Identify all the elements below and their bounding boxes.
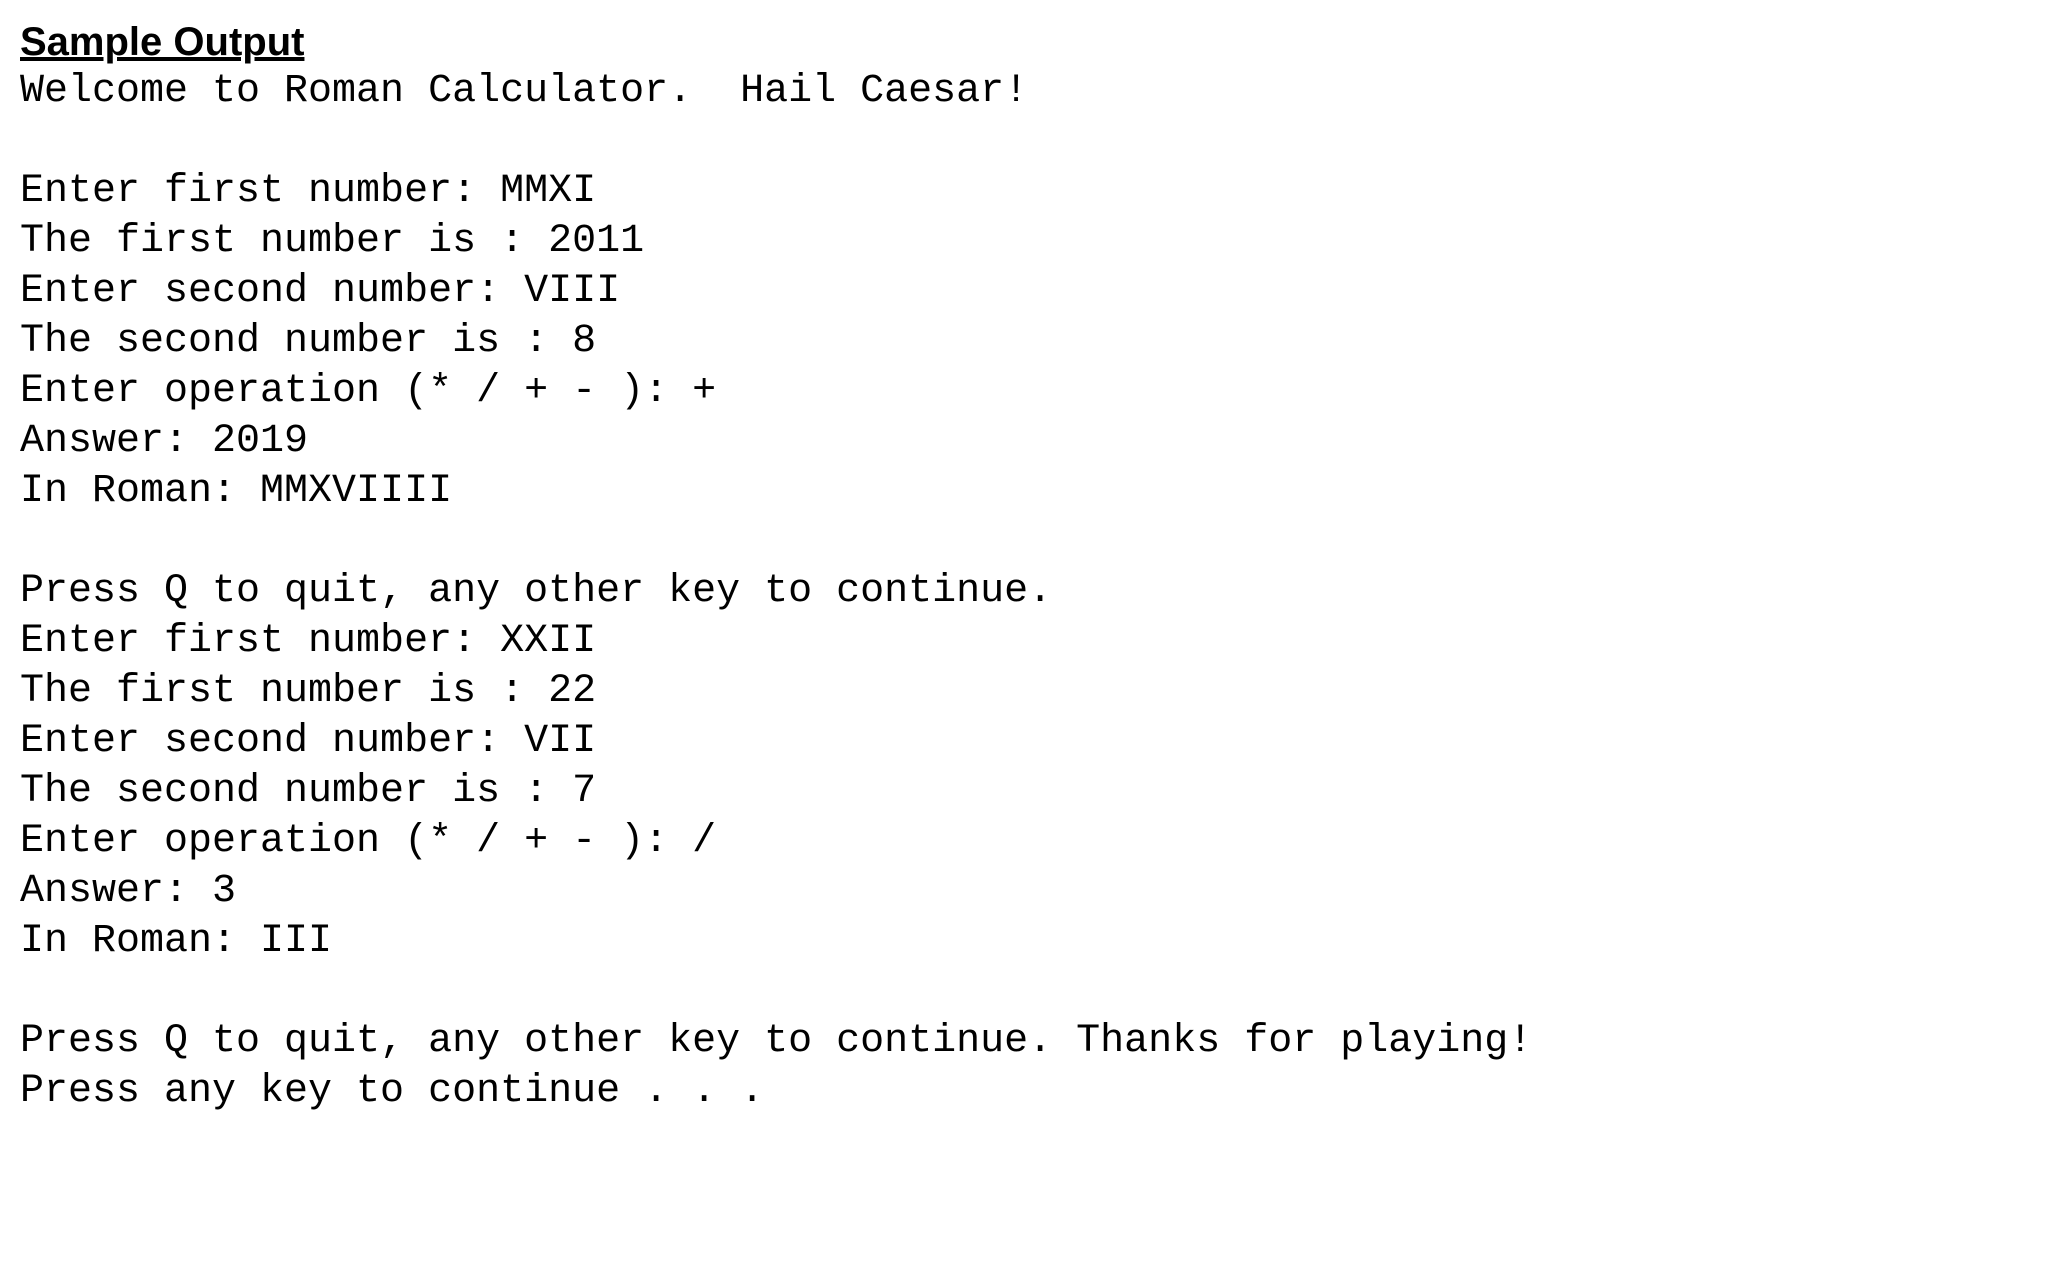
output-line: Enter operation (* / + - ): /: [20, 817, 2026, 867]
output-line: The first number is : 2011: [20, 217, 2026, 267]
output-line: Enter first number: MMXI: [20, 167, 2026, 217]
section-heading: Sample Output: [20, 20, 2026, 65]
output-line: Press Q to quit, any other key to contin…: [20, 567, 2026, 617]
output-line: In Roman: MMXVIIII: [20, 467, 2026, 517]
output-line: Answer: 3: [20, 867, 2026, 917]
output-line: In Roman: III: [20, 917, 2026, 967]
output-line: The first number is : 22: [20, 667, 2026, 717]
output-line: Press Q to quit, any other key to contin…: [20, 1017, 2026, 1067]
output-line-blank: [20, 117, 2026, 167]
output-line-blank: [20, 517, 2026, 567]
output-line: Press any key to continue . . .: [20, 1067, 2026, 1117]
output-line: Enter second number: VII: [20, 717, 2026, 767]
output-line: Welcome to Roman Calculator. Hail Caesar…: [20, 67, 2026, 117]
output-line: The second number is : 8: [20, 317, 2026, 367]
output-line: Enter second number: VIII: [20, 267, 2026, 317]
output-line: Answer: 2019: [20, 417, 2026, 467]
output-line: Enter first number: XXII: [20, 617, 2026, 667]
output-line: The second number is : 7: [20, 767, 2026, 817]
output-line: Enter operation (* / + - ): +: [20, 367, 2026, 417]
output-line-blank: [20, 967, 2026, 1017]
